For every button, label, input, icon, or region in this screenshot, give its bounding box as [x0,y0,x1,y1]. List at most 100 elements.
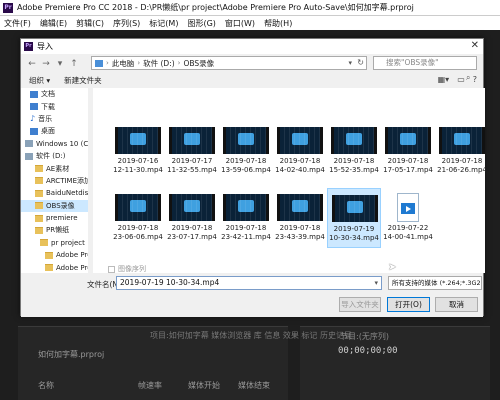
app-titlebar: Pr Adobe Premiere Pro CC 2018 - D:\PR懒纸\… [0,0,500,16]
menu-item[interactable]: 文件(F) [4,18,31,29]
video-thumbnail [115,194,161,221]
organize-button[interactable]: 组织 ▾ [29,75,50,86]
filename-field[interactable]: 2019-07-19 10-30-34.mp4 ▾ [116,276,382,290]
filename-value[interactable]: 2019-07-19 10-30-34.mp4 [120,278,219,287]
menu-item[interactable]: 窗口(W) [225,18,255,29]
menu-item[interactable]: 帮助(H) [264,18,292,29]
file-item[interactable]: 2019-07-18 23-42-11.mp4 [219,188,273,248]
file-item[interactable]: 2019-07-18 17-05-17.mp4 [381,121,435,181]
file-name: 2019-07-22 14-00-41.mp4 [383,224,433,241]
sidebar-item[interactable]: Windows 10 (C [21,138,92,150]
open-button[interactable]: 打开(O) [387,297,430,312]
file-name: 2019-07-18 14-02-40.mp4 [275,157,325,174]
file-item[interactable]: 2019-07-18 21-06-26.mp4 [435,121,489,181]
column-media-end[interactable]: 媒体结束 [238,380,270,391]
sidebar-item-label: pr project [51,238,85,247]
menu-item[interactable]: 标记(M) [149,18,178,29]
dialog-titlebar: Pr 导入 ✕ [21,39,483,54]
column-framerate[interactable]: 帧速率 [138,380,162,391]
cancel-button[interactable]: 取消 [435,297,478,312]
video-thumbnail [385,127,431,154]
sidebar-item-label: Windows 10 (C [36,139,89,148]
sidebar-item[interactable]: pr project [21,237,92,249]
file-item[interactable]: 2019-07-17 11-32-55.mp4 [165,121,219,181]
sidebar-item[interactable]: ARCTIME添加 [21,175,92,187]
sidebar-item[interactable]: 桌面 [21,125,92,137]
dialog-footer: 文件名(N): 2019-07-19 10-30-34.mp4 ▾ 所有支持的媒… [21,273,483,317]
computer-icon [95,59,103,67]
file-item[interactable]: 2019-07-19 10-30-34.mp4 [327,188,381,248]
search-input[interactable]: 搜索"OBS录像" [373,56,477,70]
sidebar-item-label: PR懒纸 [46,226,70,235]
file-item[interactable]: 2019-07-18 23-43-39.mp4 [273,188,327,248]
file-item[interactable]: 2019-07-16 12-11-30.mp4 [111,121,165,181]
sidebar-item[interactable]: OBS录像 [21,199,92,212]
import-folder-button[interactable]: 导入文件夹 [339,297,381,312]
address-bar[interactable]: › 此电脑 › 软件 (D:) › OBS录像 ▾ ↻ [91,56,367,70]
column-name[interactable]: 名称 [38,380,54,391]
menu-item[interactable]: 图形(G) [187,18,215,29]
sidebar-item[interactable]: Adobe Pre [21,249,92,261]
file-item[interactable]: 2019-07-18 23-06-06.mp4 [111,188,165,248]
file-item[interactable]: 2019-07-22 14-00-41.mp4 [381,188,435,248]
desktop-icon [30,127,38,135]
drive-icon [25,152,33,160]
folder-icon [35,165,43,173]
file-list: 2019-07-16 12-11-30.mp4 2019-07-17 11-32-… [93,88,487,273]
sidebar-item-label: 软件 (D:) [36,152,66,161]
premiere-logo-icon: Pr [24,42,33,51]
app-title: Adobe Premiere Pro CC 2018 - D:\PR懒纸\pr … [17,3,414,12]
file-name: 2019-07-18 23-06-06.mp4 [113,224,163,241]
sidebar-item[interactable]: PR懒纸 [21,224,92,236]
sidebar-item[interactable]: ♪ 音乐 [21,113,92,125]
import-dialog: Pr 导入 ✕ ← → ▾ ↑ › 此电脑 › 软件 (D:) › OBS录像 … [20,38,487,317]
filename-dropdown-icon[interactable]: ▾ [374,277,378,289]
close-icon[interactable]: ✕ [471,40,479,51]
sidebar-item-label: premiere [46,214,78,223]
folder-icon [45,264,53,272]
sidebar-item[interactable]: 软件 (D:) [21,150,92,162]
preview-pane-icon[interactable]: ▭ [457,75,465,84]
recent-dropdown-icon[interactable]: ▾ [53,57,67,71]
column-media-start[interactable]: 媒体开始 [188,380,220,391]
video-thumbnail [332,195,378,222]
sidebar-item[interactable]: BaiduNetdisk [21,187,92,199]
file-name: 2019-07-17 11-32-55.mp4 [167,157,217,174]
file-item[interactable]: 2019-07-18 23-07-17.mp4 [165,188,219,248]
sidebar-item[interactable]: 文档 [21,88,92,100]
video-thumbnail [223,127,269,154]
breadcrumb-folder[interactable]: OBS录像 [183,58,214,69]
checkbox-box[interactable] [108,265,115,273]
up-icon[interactable]: ↑ [67,57,81,71]
file-type-select[interactable]: 所有支持的媒体 (*.264;*.3G2;* [388,276,482,290]
breadcrumb-this-pc[interactable]: 此电脑 [112,58,135,69]
sidebar-item-label: Adobe Pre [56,251,92,260]
file-item[interactable]: 2019-07-18 14-02-40.mp4 [273,121,327,181]
file-item[interactable]: 2019-07-18 13-59-06.mp4 [219,121,273,181]
menu-item[interactable]: 编辑(E) [40,18,67,29]
video-file-icon [397,193,419,222]
file-item[interactable]: 2019-07-18 15-52-35.mp4 [327,121,381,181]
refresh-icon[interactable]: ↻ [357,57,364,69]
documents-icon [30,90,38,98]
sidebar-item[interactable]: premiere [21,212,92,224]
sidebar-item[interactable]: AE素材 [21,162,92,174]
address-dropdown-icon[interactable]: ▾ [348,57,352,69]
forward-icon[interactable]: → [39,57,53,71]
view-options-icon[interactable]: ▦▾ [438,75,450,84]
sidebar-item[interactable]: 下载 [21,100,92,112]
folder-icon [35,177,43,185]
help-icon[interactable]: ? [473,75,477,84]
video-thumbnail [277,127,323,154]
panel-tabs[interactable]: 项目:如何加字幕 媒体浏览器 库 信息 效果 标记 历史记录 [150,330,352,341]
new-folder-button[interactable]: 新建文件夹 [64,75,102,86]
breadcrumb-drive[interactable]: 软件 (D:) [143,58,175,69]
timecode-display[interactable]: 00;00;00;00 [338,346,398,356]
folder-icon [35,202,43,210]
sidebar-item-label: 下载 [41,102,55,111]
menu-item[interactable]: 序列(S) [113,18,140,29]
back-icon[interactable]: ← [25,57,39,71]
file-name: 2019-07-18 21-06-26.mp4 [437,157,487,174]
menu-item[interactable]: 剪辑(C) [76,18,104,29]
sidebar-item[interactable]: Adobe Pre [21,261,92,273]
